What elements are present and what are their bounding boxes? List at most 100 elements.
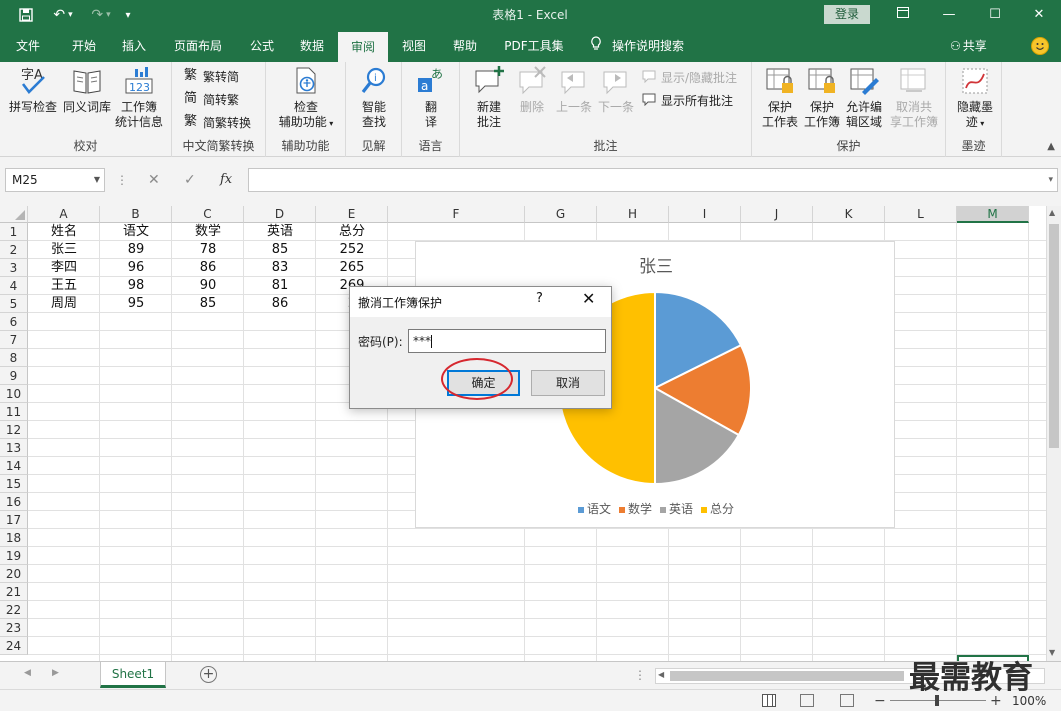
column-header[interactable]: L <box>885 206 957 223</box>
zoom-out-icon[interactable]: − <box>874 690 886 711</box>
header-cell[interactable]: 姓名 <box>28 223 100 241</box>
scroll-sheets-left-icon[interactable]: ◀ <box>24 668 31 678</box>
traditional-to-simplified-button[interactable]: 繁繁转简 <box>184 66 239 86</box>
row-header[interactable]: 22 <box>0 601 28 619</box>
cancel-button[interactable]: 取消 <box>531 370 605 396</box>
column-header[interactable]: C <box>172 206 244 223</box>
hide-ink-button[interactable]: 隐藏墨 迹 ▾ <box>950 66 1000 131</box>
tab-insert[interactable]: 插入 <box>112 30 156 62</box>
customize-quick-access-icon[interactable]: ▾ <box>120 0 136 30</box>
name-box[interactable]: M25 ▼ <box>5 168 105 192</box>
row-header[interactable]: 5 <box>0 295 28 313</box>
tab-help[interactable]: 帮助 <box>443 30 487 62</box>
column-header[interactable]: D <box>244 206 316 223</box>
row-header[interactable]: 13 <box>0 439 28 457</box>
data-cell[interactable]: 96 <box>100 259 172 277</box>
data-cell[interactable]: 张三 <box>28 241 100 259</box>
tab-review[interactable]: 审阅 <box>338 32 388 62</box>
data-cell[interactable]: 85 <box>244 241 316 259</box>
data-cell[interactable]: 265 <box>316 259 388 277</box>
row-header[interactable]: 11 <box>0 403 28 421</box>
row-header[interactable]: 23 <box>0 619 28 637</box>
header-cell[interactable]: 数学 <box>172 223 244 241</box>
close-icon[interactable]: ✕ <box>1016 0 1061 30</box>
legend-item[interactable]: 总分 <box>701 500 734 517</box>
insert-function-icon[interactable]: fx <box>220 168 232 192</box>
vertical-scroll-thumb[interactable] <box>1049 224 1059 448</box>
add-sheet-icon[interactable]: + <box>200 666 217 683</box>
spell-check-button[interactable]: 字A 拼写检查 <box>6 66 60 115</box>
data-cell[interactable]: 86 <box>172 259 244 277</box>
row-header[interactable]: 4 <box>0 277 28 295</box>
tab-data[interactable]: 数据 <box>290 30 334 62</box>
legend-item[interactable]: 数学 <box>618 500 652 517</box>
show-all-comments-button[interactable]: 显示所有批注 <box>642 90 733 110</box>
row-header[interactable]: 18 <box>0 529 28 547</box>
row-header[interactable]: 17 <box>0 511 28 529</box>
row-header[interactable]: 14 <box>0 457 28 475</box>
data-cell[interactable]: 90 <box>172 277 244 295</box>
select-all-corner[interactable] <box>0 206 28 223</box>
workbook-statistics-button[interactable]: 123 工作簿 统计信息 <box>112 66 166 130</box>
scroll-sheets-right-icon[interactable]: ▶ <box>52 668 59 678</box>
redo-icon[interactable]: ↷ ▾ <box>86 0 116 30</box>
ribbon-display-options-icon[interactable] <box>880 0 926 30</box>
sheet-tab-sheet1[interactable]: Sheet1 <box>100 662 166 688</box>
tab-view[interactable]: 视图 <box>392 30 436 62</box>
maximize-icon[interactable]: ☐ <box>972 0 1018 30</box>
header-cell[interactable]: 总分 <box>316 223 388 241</box>
protect-sheet-button[interactable]: 保护 工作表 <box>758 66 802 130</box>
save-icon[interactable] <box>14 0 38 30</box>
thesaurus-button[interactable]: 同义词库 <box>60 66 114 115</box>
show-hide-comment-button[interactable]: 显示/隐藏批注 <box>642 67 737 87</box>
data-cell[interactable]: 王五 <box>28 277 100 295</box>
data-cell[interactable]: 周周 <box>28 295 100 313</box>
row-header[interactable]: 3 <box>0 259 28 277</box>
data-cell[interactable]: 83 <box>244 259 316 277</box>
header-cell[interactable]: 语文 <box>100 223 172 241</box>
tab-page-layout[interactable]: 页面布局 <box>168 30 228 62</box>
row-header[interactable]: 20 <box>0 565 28 583</box>
tab-formulas[interactable]: 公式 <box>240 30 284 62</box>
data-cell[interactable]: 李四 <box>28 259 100 277</box>
smiley-feedback-icon[interactable] <box>1031 37 1049 55</box>
tell-me-search[interactable]: 操作说明搜索 <box>590 30 684 62</box>
translate-button[interactable]: aあ 翻 译 <box>408 66 454 130</box>
row-header[interactable]: 15 <box>0 475 28 493</box>
row-header[interactable]: 7 <box>0 331 28 349</box>
check-accessibility-button[interactable]: 检查 辅助功能 ▾ <box>272 66 340 131</box>
column-header[interactable]: J <box>741 206 813 223</box>
scroll-left-arrow-icon[interactable]: ◀ <box>658 670 664 679</box>
data-cell[interactable]: 89 <box>100 241 172 259</box>
protect-workbook-button[interactable]: 保护 工作簿 <box>800 66 844 130</box>
previous-comment-button[interactable]: 上一条 <box>552 66 596 115</box>
row-header[interactable]: 6 <box>0 313 28 331</box>
column-header-selected[interactable]: M <box>957 206 1029 223</box>
chinese-conversion-button[interactable]: 繁简繁转换 <box>184 112 251 132</box>
row-header[interactable]: 19 <box>0 547 28 565</box>
confirm-entry-icon[interactable]: ✓ <box>184 168 196 192</box>
data-cell[interactable]: 81 <box>244 277 316 295</box>
row-header[interactable]: 1 <box>0 223 28 241</box>
column-header[interactable]: H <box>597 206 669 223</box>
data-cell[interactable]: 78 <box>172 241 244 259</box>
formula-input[interactable]: ▾ <box>248 168 1058 192</box>
horizontal-scroll-thumb[interactable] <box>670 671 904 681</box>
column-header[interactable]: I <box>669 206 741 223</box>
row-header[interactable]: 2 <box>0 241 28 259</box>
column-header[interactable]: A <box>28 206 100 223</box>
expand-formula-bar-icon[interactable]: ▾ <box>1048 169 1053 191</box>
share-button[interactable]: ⚇ 共享 <box>950 30 987 62</box>
tab-split-handle[interactable]: ⋮ <box>634 668 646 682</box>
column-header[interactable]: G <box>525 206 597 223</box>
row-header[interactable]: 16 <box>0 493 28 511</box>
unshare-workbook-button[interactable]: 取消共 享工作簿 <box>886 66 942 130</box>
password-input[interactable]: *** <box>408 329 606 353</box>
tab-file[interactable]: 文件 <box>6 30 50 62</box>
new-comment-button[interactable]: 新建 批注 <box>466 66 512 130</box>
data-cell[interactable]: 252 <box>316 241 388 259</box>
page-layout-view-icon[interactable] <box>800 694 814 707</box>
row-header[interactable]: 12 <box>0 421 28 439</box>
scroll-down-arrow-icon[interactable]: ▼ <box>1049 648 1055 657</box>
allow-edit-ranges-button[interactable]: 允许编 辑区域 <box>842 66 886 130</box>
